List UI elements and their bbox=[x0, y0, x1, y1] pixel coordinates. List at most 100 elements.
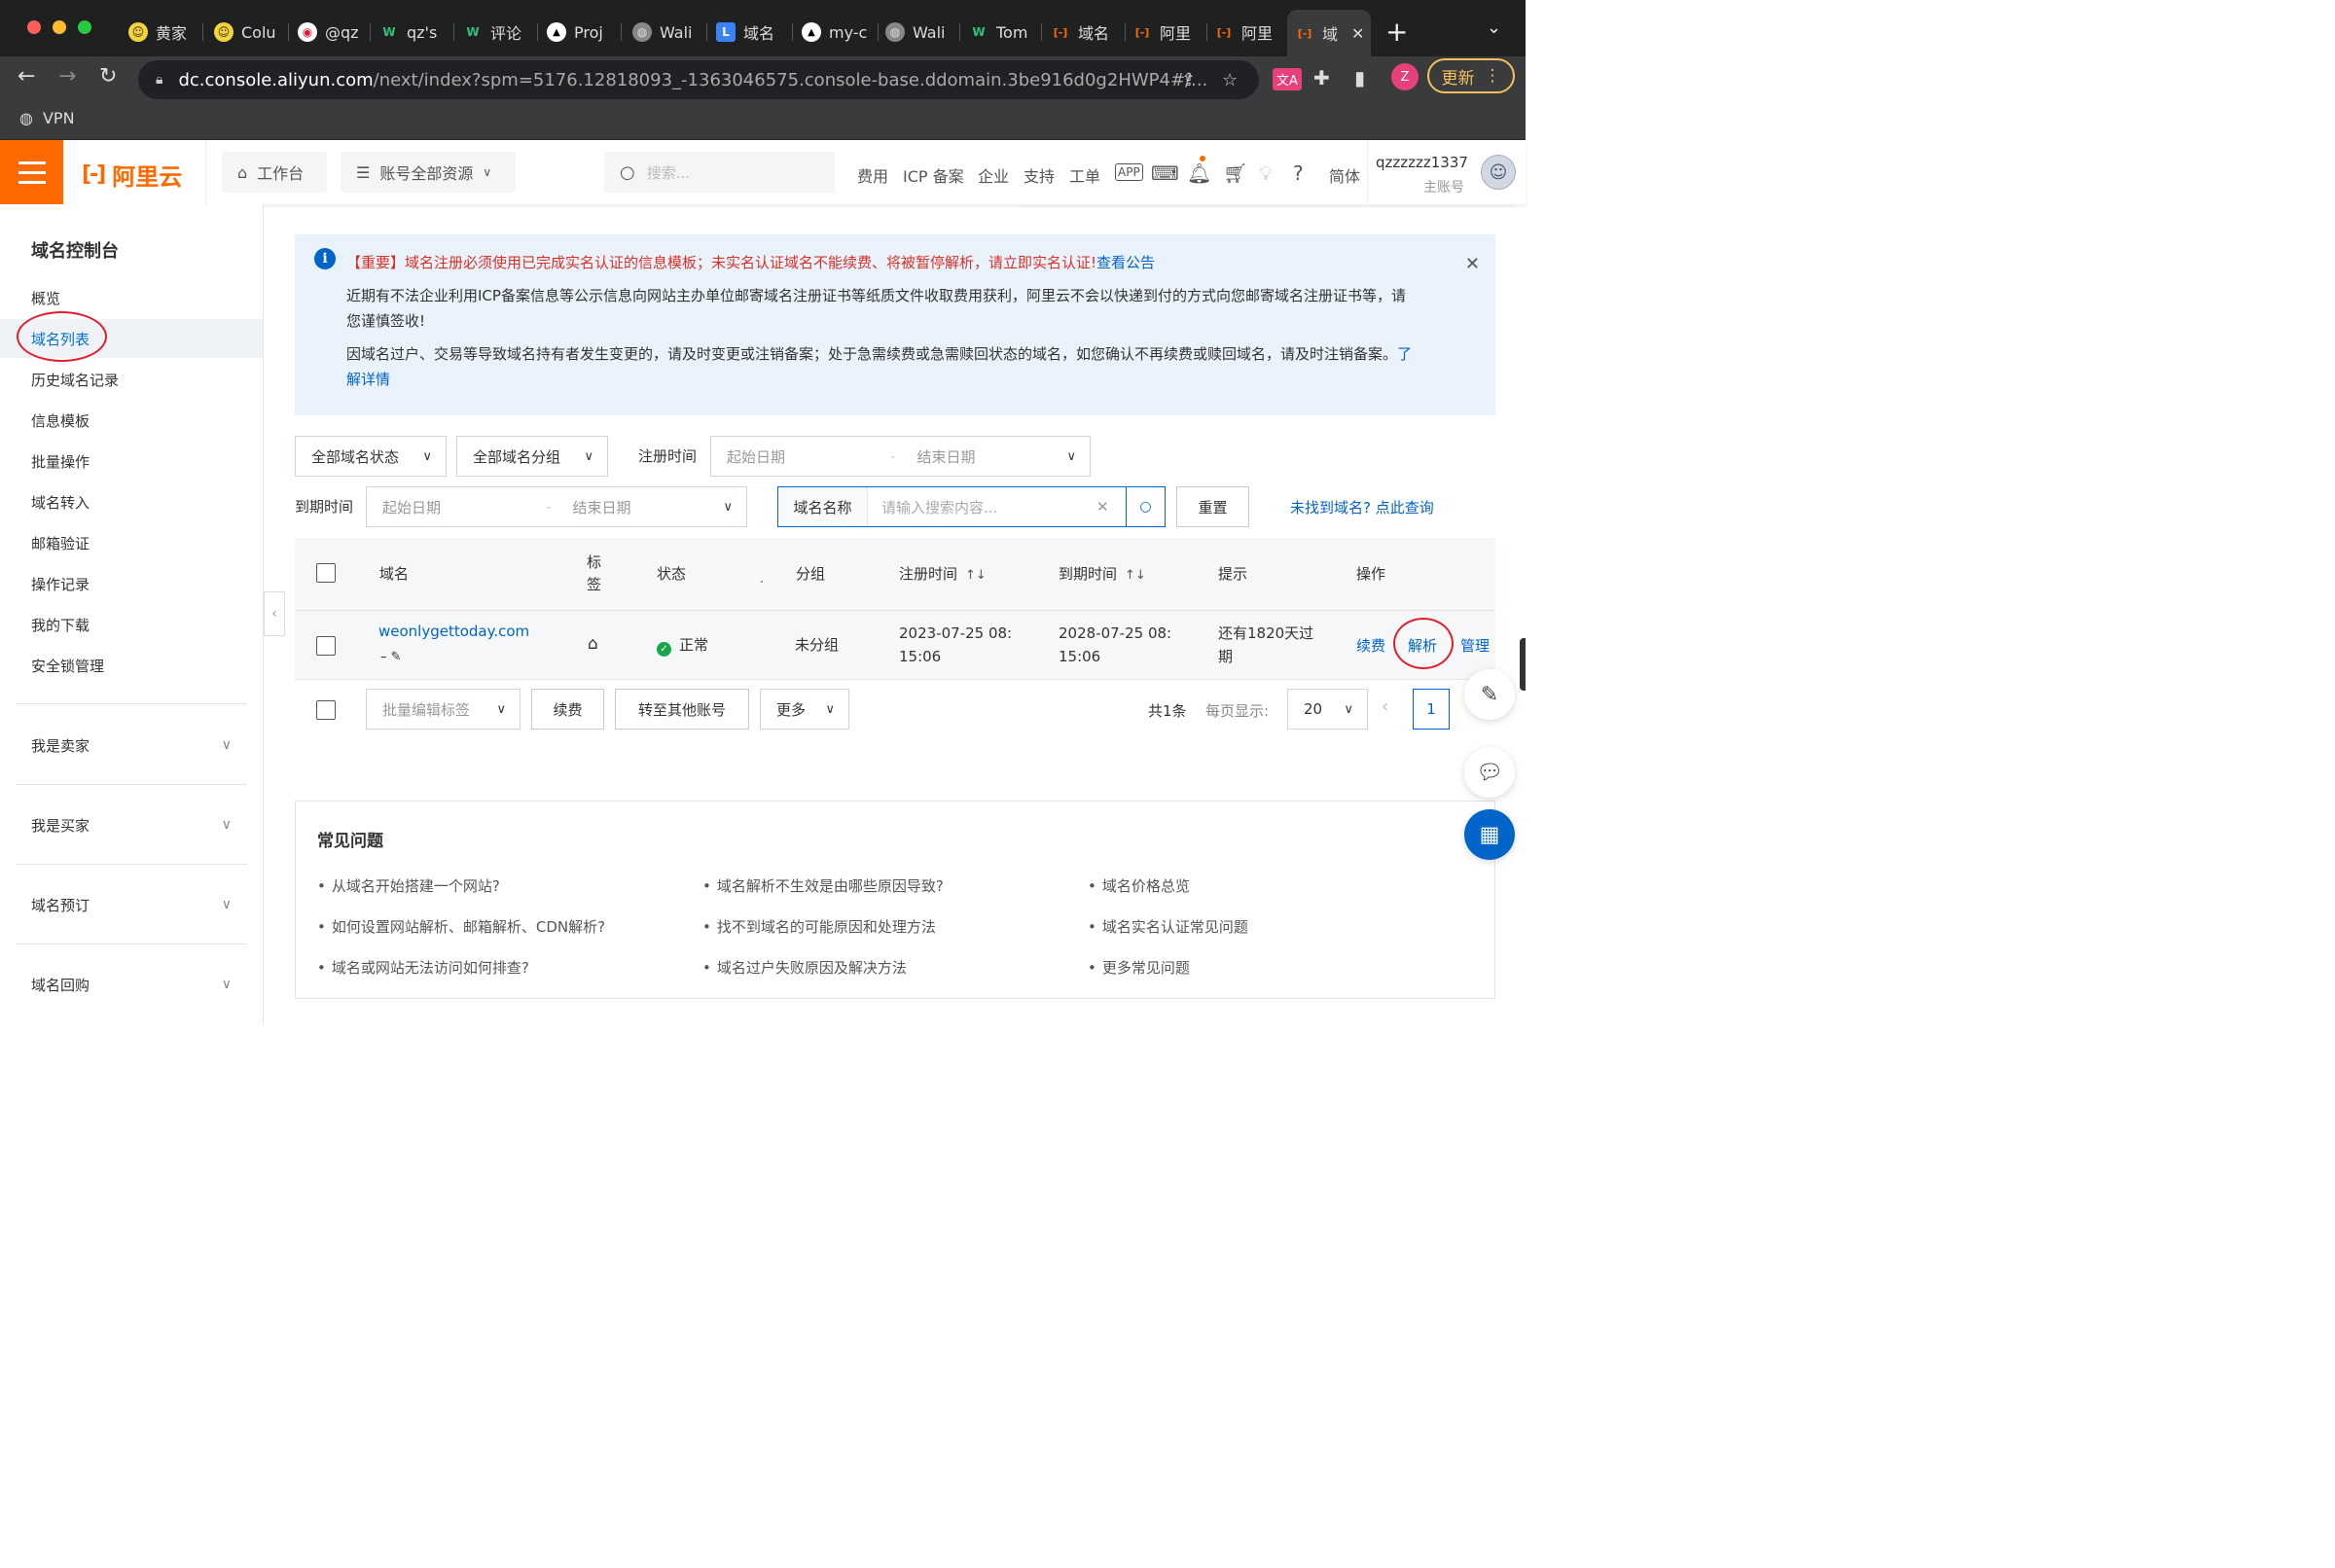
clear-icon[interactable]: ✕ bbox=[1096, 498, 1126, 516]
sort-icon[interactable]: ↑↓ bbox=[1125, 568, 1146, 583]
menu-hamburger-icon[interactable] bbox=[0, 140, 63, 204]
faq-link[interactable]: 域名价格总览 bbox=[1088, 875, 1190, 896]
search-field-selector[interactable]: 域名名称 bbox=[778, 487, 868, 526]
faq-link[interactable]: 域名解析不生效是由哪些原因导致? bbox=[702, 875, 944, 896]
resource-selector[interactable]: ☰ 账号全部资源 ∨ bbox=[341, 152, 516, 193]
chat-button[interactable]: 💬︎ bbox=[1464, 747, 1515, 798]
nav-billing[interactable]: 费用 bbox=[857, 163, 888, 187]
edit-pencil-icon[interactable]: ✎ bbox=[391, 650, 402, 664]
search-button[interactable]: ○ bbox=[1126, 487, 1165, 526]
feedback-edit-button[interactable]: ✎ bbox=[1464, 669, 1515, 720]
nav-support[interactable]: 支持 bbox=[1024, 163, 1055, 187]
sidebar-item-security-lock[interactable]: 安全锁管理 bbox=[0, 646, 263, 685]
user-avatar[interactable]: ☺ bbox=[1481, 155, 1516, 190]
sidebar-item-op-log[interactable]: 操作记录 bbox=[0, 564, 263, 603]
faq-link[interactable]: 域名过户失败原因及解决方法 bbox=[702, 957, 907, 978]
bookmark-star-icon[interactable]: ☆ bbox=[1222, 70, 1238, 90]
browser-tab[interactable]: ☺ Colu bbox=[206, 14, 286, 51]
sidebar-item-history[interactable]: 历史域名记录 bbox=[0, 360, 263, 399]
manage-link[interactable]: 管理 bbox=[1460, 635, 1490, 656]
bookmark-vpn[interactable]: ◍ VPN bbox=[19, 109, 75, 127]
browser-tab[interactable]: ◍ Wali bbox=[625, 14, 704, 51]
browser-tab[interactable]: W Tom bbox=[961, 14, 1041, 51]
tag-icon[interactable]: ⌂ bbox=[588, 632, 598, 656]
forward-icon[interactable]: → bbox=[58, 64, 76, 89]
browser-tab[interactable]: [-] 阿里 bbox=[1206, 14, 1286, 51]
back-icon[interactable]: ← bbox=[18, 64, 35, 89]
prev-page-icon[interactable]: ‹ bbox=[1382, 696, 1388, 717]
browser-tab[interactable]: [-] 阿里 bbox=[1125, 14, 1204, 51]
global-search-input[interactable]: ○ 搜索... bbox=[604, 152, 835, 193]
bulk-renew-button[interactable]: 续费 bbox=[531, 689, 604, 730]
faq-link[interactable]: 域名或网站无法访问如何排查? bbox=[317, 957, 529, 978]
browser-tab[interactable]: W 评论 bbox=[455, 14, 535, 51]
transfer-account-button[interactable]: 转至其他账号 bbox=[615, 689, 749, 730]
workbench-button[interactable]: ⌂ 工作台 bbox=[222, 152, 327, 193]
domain-status-select[interactable]: 全部域名状态 ∨ bbox=[295, 436, 447, 477]
browser-tab[interactable]: L 域名 bbox=[708, 14, 790, 51]
window-close-button[interactable] bbox=[27, 20, 41, 34]
sidebar-group-seller[interactable]: 我是卖家 ∨ bbox=[0, 726, 263, 765]
learn-more-link[interactable]: 了 bbox=[1397, 345, 1412, 363]
sidebar-collapse-handle[interactable]: ‹ bbox=[264, 591, 285, 636]
window-minimize-button[interactable] bbox=[53, 20, 66, 34]
browser-tab[interactable]: ☺ 黄家 bbox=[121, 14, 200, 51]
edge-drawer-handle[interactable] bbox=[1520, 638, 1526, 691]
sidebar-item-transfer-in[interactable]: 域名转入 bbox=[0, 482, 263, 521]
faq-link[interactable]: 如何设置网站解析、邮箱解析、CDN解析? bbox=[317, 916, 605, 937]
share-icon[interactable]: ⇪ bbox=[1181, 70, 1196, 90]
apps-button[interactable]: ▦ bbox=[1464, 809, 1515, 860]
col-exp-time[interactable]: 到期时间 ↑↓ bbox=[1059, 563, 1146, 584]
sidebar-item-templates[interactable]: 信息模板 bbox=[0, 401, 263, 440]
help-icon[interactable]: ? bbox=[1293, 161, 1304, 185]
nav-ticket[interactable]: 工单 bbox=[1069, 163, 1100, 187]
language-switch[interactable]: 简体 bbox=[1329, 163, 1360, 187]
lightbulb-icon[interactable]: 💡︎ bbox=[1259, 161, 1273, 185]
bell-icon[interactable]: 🔔︎ bbox=[1187, 161, 1211, 185]
renew-link[interactable]: 续费 bbox=[1356, 635, 1385, 656]
reg-date-range[interactable]: 起始日期 - 结束日期 ∨ bbox=[710, 436, 1091, 477]
address-bar[interactable]: 🔒︎ dc.console.aliyun.com/next/index?spm=… bbox=[138, 60, 1259, 99]
side-panel-icon[interactable]: ▮ bbox=[1354, 66, 1365, 89]
exp-date-range[interactable]: 起始日期 - 结束日期 ∨ bbox=[366, 486, 747, 527]
domain-not-found-link[interactable]: 未找到域名? 点此查询 bbox=[1290, 497, 1434, 517]
domain-search-input[interactable]: 请输入搜索内容... bbox=[868, 497, 1096, 517]
reset-button[interactable]: 重置 bbox=[1176, 486, 1249, 527]
browser-tab[interactable]: [-] 域名 bbox=[1043, 14, 1123, 51]
bulk-select-checkbox[interactable] bbox=[316, 700, 336, 720]
tab-search-chevron-icon[interactable]: ⌄ bbox=[1487, 18, 1501, 38]
sidebar-group-reserve[interactable]: 域名预订 ∨ bbox=[0, 885, 263, 924]
select-all-checkbox[interactable] bbox=[316, 563, 336, 583]
app-icon[interactable]: APP bbox=[1115, 163, 1143, 181]
faq-link[interactable]: 找不到域名的可能原因和处理方法 bbox=[702, 916, 936, 937]
sidebar-group-buyback[interactable]: 域名回购 ∨ bbox=[0, 965, 263, 1004]
view-announcement-link[interactable]: 查看公告 bbox=[1096, 254, 1155, 271]
browser-tab[interactable]: ▲ Proj bbox=[539, 14, 619, 51]
cart-icon[interactable]: 🛒︎ bbox=[1223, 161, 1247, 185]
translate-extension-icon[interactable]: 文A bbox=[1273, 68, 1302, 90]
browser-tab[interactable]: ▲ my-c bbox=[794, 14, 876, 51]
faq-link[interactable]: 更多常见问题 bbox=[1088, 957, 1190, 978]
close-icon[interactable]: ✕ bbox=[1465, 254, 1480, 274]
more-actions-select[interactable]: 更多 ∨ bbox=[760, 689, 849, 730]
terminal-icon[interactable]: ⌨ bbox=[1151, 161, 1179, 185]
username[interactable]: qzzzzzz1337 bbox=[1376, 154, 1468, 171]
per-page-select[interactable]: 20 ∨ bbox=[1287, 689, 1368, 730]
tab-close-icon[interactable]: ✕ bbox=[1351, 24, 1364, 43]
browser-tab[interactable]: Wqz's bbox=[372, 14, 451, 51]
nav-icp[interactable]: ICP 备案 bbox=[903, 163, 964, 187]
extensions-puzzle-icon[interactable]: ✚ bbox=[1313, 66, 1330, 89]
sidebar-group-buyer[interactable]: 我是买家 ∨ bbox=[0, 805, 263, 844]
page-number-current[interactable]: 1 bbox=[1413, 689, 1450, 730]
bulk-edit-tags-select[interactable]: 批量编辑标签 ∨ bbox=[366, 689, 521, 730]
learn-more-link[interactable]: 解详情 bbox=[346, 371, 390, 388]
sort-icon[interactable]: ↑↓ bbox=[965, 568, 987, 583]
row-checkbox[interactable] bbox=[316, 636, 336, 656]
nav-enterprise[interactable]: 企业 bbox=[978, 163, 1009, 187]
browser-tab-active[interactable]: [-] 域 ✕ bbox=[1287, 10, 1371, 56]
aliyun-logo[interactable]: [-] 阿里云 bbox=[82, 158, 182, 192]
browser-tab[interactable]: ◍ Wali bbox=[878, 14, 957, 51]
reload-icon[interactable]: ↻ bbox=[99, 64, 117, 89]
col-reg-time[interactable]: 注册时间 ↑↓ bbox=[899, 563, 987, 584]
browser-tab[interactable]: ◉ @qz bbox=[290, 14, 368, 51]
